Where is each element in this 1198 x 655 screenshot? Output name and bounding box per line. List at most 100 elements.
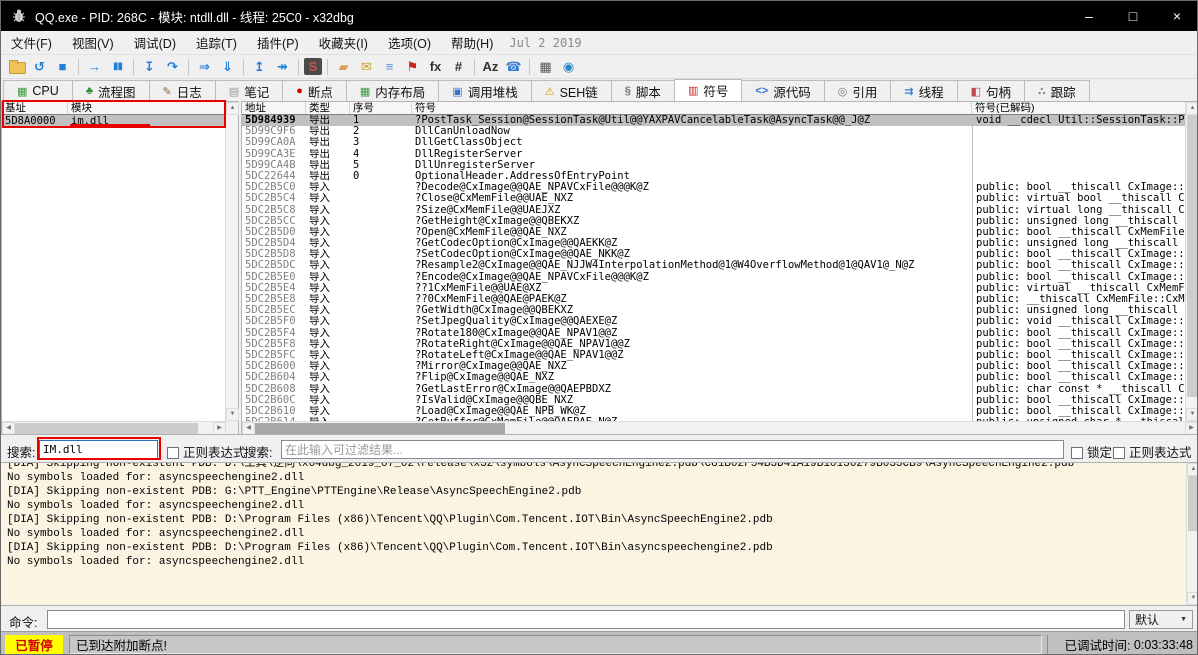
symbol-row[interactable]: 5D99C9F6导出2DllCanUnloadNow [242, 126, 1186, 137]
functions-icon[interactable]: fx [425, 57, 446, 77]
scroll-up-arrow[interactable]: ▲ [226, 102, 239, 115]
maximize-button[interactable]: □ [1111, 1, 1155, 31]
symbol-row[interactable]: 5DC2B610导入?Load@CxImage@@QAE_NPB_WK@Zpub… [242, 406, 1186, 417]
symbol-row[interactable]: 5DC2B5F0导入?SetJpegQuality@CxImage@@QAEXE… [242, 316, 1186, 327]
menu-item-帮助H[interactable]: 帮助(H) [441, 30, 503, 55]
symbol-row[interactable]: 5DC2B600导入?Mirror@CxImage@@QAE_NXZpublic… [242, 361, 1186, 372]
symbol-row[interactable]: 5DC2B5EC导入?GetWidth@CxImage@@QBEKXZpubli… [242, 305, 1186, 316]
tab-handles[interactable]: ◧句柄 [957, 80, 1025, 101]
scroll-thumb[interactable] [1187, 115, 1198, 397]
symbol-row[interactable]: 5DC2B5F8导入?RotateRight@CxImage@@QAE_NPAV… [242, 339, 1186, 350]
hash-icon[interactable]: # [448, 57, 469, 77]
command-input[interactable] [47, 610, 1125, 629]
calculator-icon[interactable]: ▦ [535, 57, 556, 77]
symbol-row[interactable]: 5DC2B5D8导入?SetCodecOption@CxImage@@QAE_N… [242, 249, 1186, 260]
column-header-symbol[interactable]: 符号 [412, 102, 972, 114]
result-filter-input[interactable] [281, 440, 1064, 459]
column-header-base[interactable]: 基址 [2, 102, 68, 114]
strings-az-icon[interactable]: Az [480, 57, 501, 77]
tab-log[interactable]: ✎日志 [149, 80, 216, 101]
s-badge-icon[interactable]: S [304, 58, 322, 75]
scroll-down-arrow[interactable]: ▼ [1186, 408, 1198, 421]
tab-trace[interactable]: ∴跟踪 [1024, 80, 1090, 101]
labels-icon[interactable]: ≡ [379, 57, 400, 77]
regex-checkbox-group[interactable]: 正则表达式 [167, 442, 246, 461]
symbol-row[interactable]: 5D99CA3E导出4DllRegisterServer [242, 149, 1186, 160]
tab-call-stack[interactable]: ▣调用堆栈 [438, 80, 531, 101]
tab-seh-chain[interactable]: ⚠SEH链 [531, 80, 612, 101]
menu-item-调试D[interactable]: 调试(D) [124, 30, 186, 55]
symbol-row[interactable]: 5DC2B60C导入?IsValid@CxImage@@QBE_NXZpubli… [242, 395, 1186, 406]
tab-graph[interactable]: ♣流程图 [72, 80, 150, 101]
tab-cpu[interactable]: ▦CPU [3, 80, 73, 101]
tab-notes[interactable]: ▤笔记 [215, 80, 283, 101]
open-file-icon[interactable] [6, 57, 27, 77]
trace-into-icon[interactable]: ⇒ [194, 57, 215, 77]
module-search-input[interactable] [39, 440, 158, 459]
symbol-row[interactable]: 5DC2B5C0导入?Decode@CxImage@@QAE_NPAVCxFil… [242, 182, 1186, 193]
column-header-type[interactable]: 类型 [306, 102, 350, 114]
symbols-vscrollbar[interactable]: ▲ ▼ [1185, 102, 1198, 421]
menu-item-视图V[interactable]: 视图(V) [62, 30, 124, 55]
symbol-row[interactable]: 5D99CA0A导出3DllGetClassObject [242, 137, 1186, 148]
symbol-row[interactable]: 5D984939导出1?PostTask_Session@SessionTask… [242, 115, 1186, 126]
symbol-row[interactable]: 5DC2B5C4导入?Close@CxMemFile@@UAE_NXZpubli… [242, 193, 1186, 204]
tab-references[interactable]: ◎引用 [824, 80, 892, 101]
symbol-row[interactable]: 5D99CA4B导出5DllUnregisterServer [242, 160, 1186, 171]
column-header-address[interactable]: 地址 [242, 102, 306, 114]
symbol-log[interactable]: [DIA] Skipping non-existent PDB: D:\工具\逆… [1, 462, 1198, 605]
symbol-row[interactable]: 5DC2B5CC导入?GetHeight@CxImage@@QBEKXZpubl… [242, 216, 1186, 227]
tab-memory-map[interactable]: ▦内存布局 [346, 80, 439, 101]
symbol-row[interactable]: 5DC2B5FC导入?RotateLeft@CxImage@@QAE_NPAV1… [242, 350, 1186, 361]
comments-icon[interactable]: ✉ [356, 57, 377, 77]
step-out-icon[interactable]: ⇓ [217, 57, 238, 77]
modules-vscrollbar[interactable]: ▲ ▼ [225, 102, 238, 421]
step-into-icon[interactable]: ↧ [139, 57, 160, 77]
scroll-down-arrow[interactable]: ▼ [1187, 592, 1198, 605]
symbol-row[interactable]: 5DC2B5F4导入?Rotate180@CxImage@@QAE_NPAV1@… [242, 328, 1186, 339]
tab-threads[interactable]: ⇉线程 [890, 80, 957, 101]
symbols-hscrollbar[interactable]: ◀ ▶ [242, 421, 1198, 434]
symbol-row[interactable]: 5DC2B5E0导入?Encode@CxImage@@QAE_NPAVCxFil… [242, 272, 1186, 283]
settings-globe-icon[interactable]: ◉ [558, 57, 579, 77]
scroll-thumb[interactable] [1188, 476, 1198, 531]
log-vscrollbar[interactable]: ▲ ▼ [1186, 463, 1198, 605]
scroll-down-arrow[interactable]: ▼ [226, 408, 239, 421]
symbol-row[interactable]: 5DC2B5D4导入?GetCodecOption@CxImage@@QAEKK… [242, 238, 1186, 249]
menu-item-文件F[interactable]: 文件(F) [1, 30, 62, 55]
bookmarks-icon[interactable]: ⚑ [402, 57, 423, 77]
lock-checkbox-group[interactable]: 锁定 [1071, 442, 1112, 461]
pause-icon[interactable]: ▮▮ [107, 57, 128, 77]
symbol-row[interactable]: 5DC22644导出0OptionalHeader.AddressOfEntry… [242, 171, 1186, 182]
stop-icon[interactable]: ■ [52, 57, 73, 77]
tab-breakpoints[interactable]: ●断点 [282, 80, 347, 101]
symbol-row[interactable]: 5DC2B5DC导入?Resample2@CxImage@@QAE_NJJW4I… [242, 260, 1186, 271]
symbol-row[interactable]: 5DC2B608导入?GetLastError@CxImage@@QAEPBDX… [242, 384, 1186, 395]
menu-item-插件P[interactable]: 插件(P) [247, 30, 309, 55]
lock-checkbox[interactable] [1071, 447, 1083, 459]
execute-till-return-icon[interactable]: ↥ [249, 57, 270, 77]
modules-hscrollbar[interactable]: ◀ ▶ [2, 421, 226, 434]
tab-script[interactable]: §脚本 [611, 80, 675, 101]
minimize-button[interactable]: – [1067, 1, 1111, 31]
column-header-module[interactable]: 模块 [68, 102, 225, 114]
command-mode-dropdown[interactable]: 默认 ▼ [1129, 610, 1193, 629]
regex2-checkbox[interactable] [1113, 447, 1125, 459]
column-header-symbol-undecorated[interactable]: 符号(已解码) [972, 102, 1186, 114]
symbol-row[interactable]: 5DC2B5C8导入?Size@CxMemFile@@UAEJXZpublic:… [242, 205, 1186, 216]
step-over-icon[interactable]: ↷ [162, 57, 183, 77]
scroll-up-arrow[interactable]: ▲ [1186, 102, 1198, 115]
symbol-row[interactable]: 5DC2B5E8导入??0CxMemFile@@QAE@PAEK@Zpublic… [242, 294, 1186, 305]
run-icon[interactable]: → [84, 57, 105, 77]
run-to-user-code-icon[interactable]: ↠ [272, 57, 293, 77]
menu-item-选项O[interactable]: 选项(O) [378, 30, 441, 55]
close-button[interactable]: × [1155, 1, 1198, 31]
symbol-row[interactable]: 5DC2B5E4导入??1CxMemFile@@UAE@XZpublic: vi… [242, 283, 1186, 294]
module-row[interactable]: 5D8A0000im.dll [2, 115, 225, 128]
symbol-row[interactable]: 5DC2B5D0导入?Open@CxMemFile@@QAE_NXZpublic… [242, 227, 1186, 238]
menu-item-追踪T[interactable]: 追踪(T) [186, 30, 247, 55]
scroll-thumb[interactable] [255, 423, 505, 434]
tab-source[interactable]: <>源代码 [741, 80, 824, 101]
tab-symbols[interactable]: ▥符号 [674, 79, 742, 101]
scroll-thumb[interactable] [15, 423, 198, 434]
